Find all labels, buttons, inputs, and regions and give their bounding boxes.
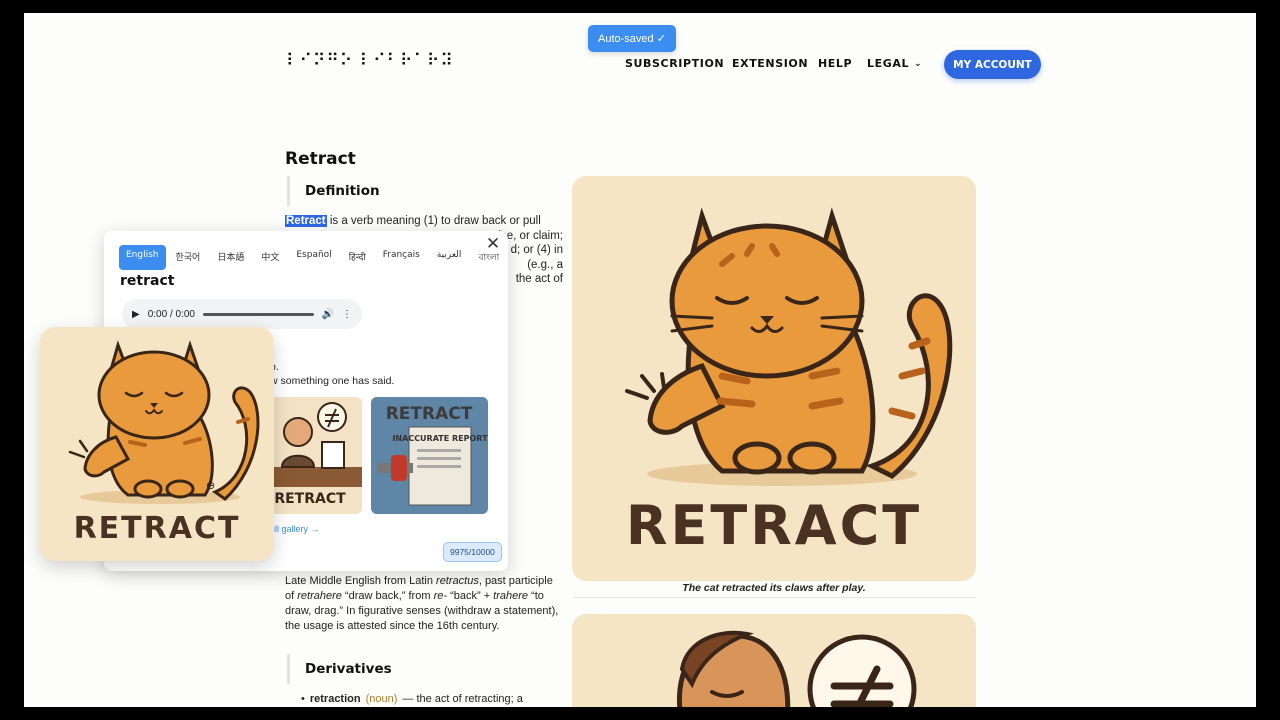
page-title: Retract <box>285 149 356 169</box>
audio-time: 0:00 / 0:00 <box>147 308 195 320</box>
tab-language-french[interactable]: Français <box>376 245 427 270</box>
sticker-title: RETRACT <box>74 511 241 546</box>
cat-sticker-illustration: RETRACT <box>68 340 260 546</box>
chevron-down-icon: ⌄ <box>914 58 923 69</box>
tab-language-english[interactable]: English <box>119 245 166 270</box>
gallery-thumbnail[interactable]: RETRACT INACCURATE REPORT <box>371 397 488 514</box>
cat-illustration: RETRACT <box>625 207 953 557</box>
nav-extension[interactable]: EXTENSION <box>732 57 808 70</box>
site-logo[interactable]: ⠇⠊⠝⠛⠕ ⠇⠊⠃⠗⠁⠗⠽ <box>286 51 454 71</box>
audio-player: ▶ 0:00 / 0:00 🔊 ⋮ <box>122 299 362 329</box>
usage-counter-badge: 9975/10000 <box>443 542 502 562</box>
second-illustration-image[interactable] <box>572 614 976 707</box>
tab-language-korean[interactable]: 한국어 <box>169 245 208 270</box>
svg-text:RETRACT: RETRACT <box>386 404 473 424</box>
tab-language-hindi[interactable]: हिन्दी <box>342 245 373 270</box>
illustration-image[interactable]: RETRACT <box>572 176 976 581</box>
newspaper-illustration: RETRACT INACCURATE REPORT <box>371 397 488 514</box>
tab-language-chinese[interactable]: 中文 <box>254 245 286 270</box>
play-icon[interactable]: ▶ <box>132 309 140 320</box>
selected-word[interactable]: Retract <box>285 215 327 227</box>
more-options-icon[interactable]: ⋮ <box>342 309 352 320</box>
language-tabs: English 한국어 日本語 中文 Español हिन्दी França… <box>119 245 509 270</box>
person-illustration <box>676 630 917 707</box>
derivative-pos: (noun) <box>365 693 398 705</box>
zoom-cursor-icon: ⊖ <box>206 480 216 492</box>
definition-line: is a verb meaning (1) to draw back or pu… <box>326 215 541 227</box>
divider <box>572 597 976 598</box>
popup-definition-text: w something one has said. <box>270 375 395 387</box>
floating-sticker-image[interactable]: RETRACT <box>40 327 274 561</box>
derivative-gloss: — the act of retracting; a <box>402 693 523 705</box>
definition-heading: Definition <box>287 176 567 206</box>
volume-icon[interactable]: 🔊 <box>322 309 334 320</box>
tab-language-japanese[interactable]: 日本語 <box>210 245 251 270</box>
svg-text:INACCURATE REPORT: INACCURATE REPORT <box>392 434 488 443</box>
nav-help[interactable]: HELP <box>818 57 852 70</box>
nav-subscription-label: SUBSCRIPTION <box>625 57 725 70</box>
tab-language-spanish[interactable]: Español <box>289 245 338 270</box>
nav-help-label: HELP <box>818 57 853 70</box>
etymology-text: Late Middle English from Latin retractus… <box>285 575 559 632</box>
svg-text:RETRACT: RETRACT <box>274 491 346 507</box>
popup-word: retract <box>120 273 175 289</box>
nav-extension-label: EXTENSION <box>732 57 809 70</box>
tab-language-bengali[interactable]: বাংলা <box>471 245 506 270</box>
gallery-thumbnail[interactable]: RETRACT <box>270 397 362 514</box>
autosaved-badge: Auto-saved ✓ <box>588 25 676 52</box>
derivative-word[interactable]: retraction <box>310 693 361 705</box>
illustration-title: RETRACT <box>626 494 922 557</box>
speaker-illustration: RETRACT <box>270 402 362 507</box>
full-gallery-link[interactable]: ull gallery → <box>270 524 320 534</box>
image-caption: The cat retracted its claws after play. <box>682 582 866 594</box>
browser-viewport: ⠇⠊⠝⠛⠕ ⠇⠊⠃⠗⠁⠗⠽ Auto-saved ✓ SUBSCRIPTION … <box>24 13 1256 707</box>
nav-legal-dropdown[interactable]: LEGAL ⌄ <box>867 57 922 70</box>
derivatives-heading: Derivatives <box>287 654 567 684</box>
nav-legal-label: LEGAL <box>867 57 910 70</box>
audio-progress-slider[interactable] <box>202 312 314 316</box>
tab-language-arabic[interactable]: العربية <box>430 245 469 270</box>
list-item: • retraction (noun) — the act of retract… <box>301 693 523 705</box>
my-account-button[interactable]: MY ACCOUNT <box>944 50 1041 79</box>
nav-subscription[interactable]: SUBSCRIPTION <box>625 57 724 70</box>
